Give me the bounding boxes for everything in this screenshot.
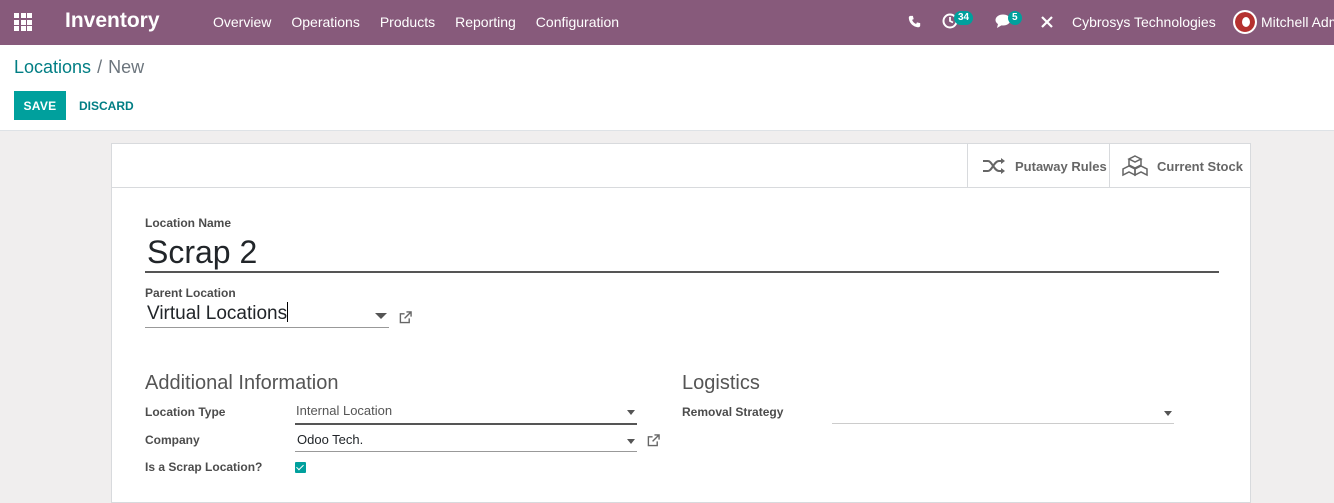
location-type-label: Location Type (145, 405, 226, 419)
chevron-down-icon (1164, 411, 1172, 416)
company-label: Company (145, 433, 200, 447)
removal-strategy-label: Removal Strategy (682, 405, 784, 419)
removal-strategy-select[interactable] (832, 404, 1174, 424)
tools-icon[interactable] (1040, 15, 1054, 29)
messages-badge: 5 (1008, 11, 1022, 25)
location-name-label: Location Name (145, 216, 232, 230)
company-value: Odoo Tech. (297, 432, 364, 447)
menu-configuration[interactable]: Configuration (536, 14, 619, 30)
additional-info-title: Additional Information (145, 372, 339, 394)
parent-location-value: Virtual Locations (147, 303, 288, 324)
form-sheet: Putaway Rules Current Stock Location Nam… (111, 143, 1251, 503)
company-select[interactable]: Odoo Tech. (295, 432, 637, 452)
location-type-select[interactable]: Internal Location (295, 403, 637, 425)
breadcrumb: Locations / New (14, 57, 144, 78)
control-panel: Locations / New SAVE DISCARD (0, 45, 1334, 131)
user-menu[interactable]: Mitchell Adm (1261, 14, 1334, 30)
location-type-value: Internal Location (296, 403, 393, 418)
breadcrumb-locations[interactable]: Locations (14, 57, 91, 77)
smart-button-box: Putaway Rules Current Stock (112, 144, 1250, 188)
discard-button[interactable]: DISCARD (72, 91, 141, 120)
putaway-rules-label: Putaway Rules (1015, 158, 1107, 174)
chevron-down-icon (375, 313, 387, 319)
apps-menu-icon[interactable] (14, 13, 32, 31)
external-link-icon[interactable] (399, 311, 412, 324)
shuffle-icon (983, 158, 1005, 174)
menu-reporting[interactable]: Reporting (455, 14, 516, 30)
text-cursor (287, 302, 289, 322)
menu-operations[interactable]: Operations (291, 14, 359, 30)
parent-location-select[interactable]: Virtual Locations (145, 302, 389, 328)
parent-location-label: Parent Location (145, 286, 236, 300)
app-title[interactable]: Inventory (65, 9, 160, 33)
menu-overview[interactable]: Overview (213, 14, 271, 30)
top-navbar: Inventory Overview Operations Products R… (0, 0, 1334, 45)
menu-products[interactable]: Products (380, 14, 435, 30)
current-stock-button[interactable]: Current Stock (1109, 144, 1250, 188)
putaway-rules-button[interactable]: Putaway Rules (967, 144, 1109, 188)
chevron-down-icon (627, 439, 635, 444)
scrap-location-label: Is a Scrap Location? (145, 460, 263, 474)
company-switcher[interactable]: Cybrosys Technologies (1072, 14, 1216, 30)
phone-icon[interactable] (908, 15, 921, 28)
scrap-location-checkbox[interactable] (295, 462, 306, 473)
breadcrumb-separator: / (97, 57, 103, 77)
external-link-icon[interactable] (647, 434, 660, 447)
chevron-down-icon (627, 410, 635, 415)
cubes-icon (1122, 155, 1148, 177)
main-menu: Overview Operations Products Reporting C… (213, 14, 619, 30)
location-name-input[interactable]: Scrap 2 (145, 231, 1219, 273)
current-stock-label: Current Stock (1157, 158, 1243, 174)
activity-badge: 34 (954, 11, 974, 25)
breadcrumb-current: New (108, 57, 145, 77)
save-button[interactable]: SAVE (14, 91, 66, 120)
user-avatar[interactable] (1233, 10, 1257, 34)
logistics-title: Logistics (682, 372, 760, 394)
